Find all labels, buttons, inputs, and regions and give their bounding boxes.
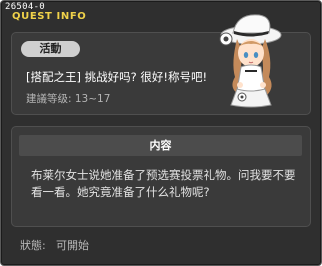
npc-portrait-icon — [219, 14, 282, 108]
window-title: QUEST INFO — [12, 11, 87, 22]
quest-info-window: 26504-0 QUEST INFO 活動 [搭配之王] 挑战好吗? 很好!称号… — [0, 0, 322, 266]
recommended-level: 建議等级: 13~17 — [26, 93, 111, 105]
quest-name: [搭配之王] 挑战好吗? 很好!称号吧! — [26, 70, 208, 84]
content-header: 内容 — [19, 135, 302, 156]
status-value: 可開始 — [56, 239, 89, 252]
quest-category-tab[interactable]: 活動 — [21, 41, 80, 57]
status-label: 狀態: — [20, 239, 46, 252]
content-text: 布莱尔女士说她准备了预选赛投票礼物。问我要不要看一看。她究竟准备了什么礼物呢? — [31, 168, 296, 199]
